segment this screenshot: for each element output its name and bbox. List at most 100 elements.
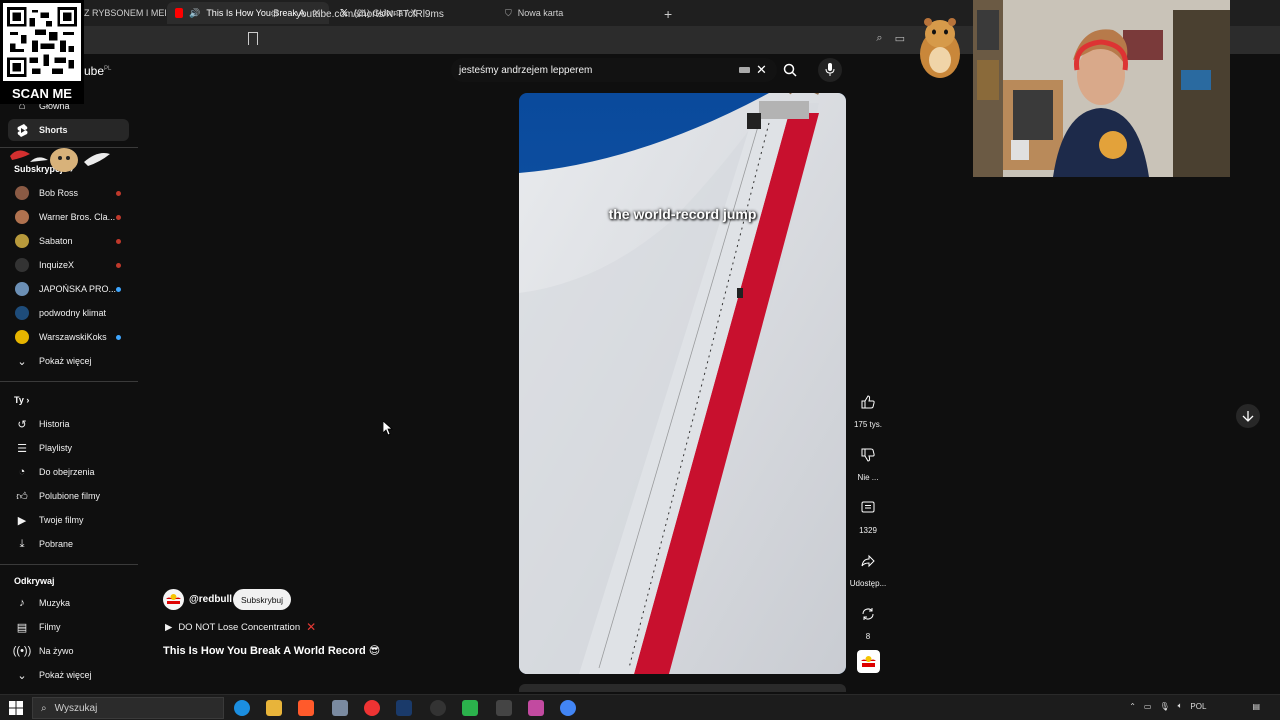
voice-search-button[interactable]	[818, 58, 842, 82]
video-icon: ▶	[17, 514, 27, 527]
media-player-icon[interactable]	[462, 700, 478, 716]
steam-icon[interactable]	[396, 700, 412, 716]
cast-icon[interactable]: ▭	[895, 32, 905, 45]
hamster-sticker-icon	[920, 18, 960, 78]
redbull-channel-thumb[interactable]	[857, 650, 880, 673]
sidebar-sub-podwodny-klimat[interactable]: podwodny klimat	[8, 302, 129, 324]
channel-avatar[interactable]	[163, 589, 184, 610]
url-text: youtube.com/shorts/N-TTcfRl9ms	[296, 8, 444, 20]
live-indicator	[116, 190, 121, 196]
sidebar-item-label: Do obejrzenia	[39, 467, 95, 477]
avatar	[15, 186, 29, 200]
bookmark-icon[interactable]	[248, 32, 258, 45]
arrow-down-icon	[1242, 411, 1254, 422]
keyboard-icon[interactable]	[739, 67, 750, 73]
clear-search-icon[interactable]: ✕	[756, 62, 767, 78]
toolbar-actions: ⌕ ▭	[876, 32, 905, 45]
like-button[interactable]: 175 tys.	[846, 389, 890, 429]
short-video-player[interactable]	[519, 93, 846, 674]
taskbar-search-input[interactable]: ⌕ Wyszukaj	[32, 697, 224, 719]
history-icon: ↺	[17, 418, 27, 431]
ski-jump-scene	[519, 93, 846, 674]
sidebar-item-label: JAPOŃSKA PRO...	[39, 284, 117, 294]
live-indicator	[116, 238, 121, 244]
sidebar-item-playlists[interactable]: ☰ Playlisty	[8, 437, 129, 459]
windows-taskbar: ⌕ Wyszukaj ⌃ ▭ 🎙︎ 🔈︎ POL ▤	[0, 694, 1280, 720]
sidebar-item-label: Pobrane	[39, 539, 74, 549]
search-button[interactable]	[779, 58, 801, 82]
show-more-explore[interactable]: ⌄ Pokaż więcej	[8, 664, 129, 686]
notepad-icon[interactable]	[332, 700, 348, 716]
sidebar-item-live[interactable]: ((•)) Na żywo	[8, 640, 129, 662]
next-short-button[interactable]	[1236, 404, 1260, 428]
share-label: Udostęp...	[849, 579, 887, 588]
taskbar-search-placeholder: Wyszukaj	[54, 702, 98, 714]
comments-button[interactable]: 1329	[846, 495, 890, 535]
tab-rybson[interactable]: Z RYBSONEM I MEDI	[76, 2, 166, 24]
like-count: 175 tys.	[853, 420, 882, 429]
share-icon	[855, 548, 881, 574]
sidebar-item-watch-later[interactable]: ◔ Do obejrzenia	[8, 461, 129, 483]
share-button[interactable]: Udostęp...	[846, 548, 890, 588]
channel-name[interactable]: @redbull	[189, 594, 232, 605]
sidebar-item-shorts[interactable]: Shorts	[8, 119, 129, 141]
obs-icon[interactable]	[430, 700, 446, 716]
remix-button[interactable]: 8	[846, 601, 890, 641]
sidebar-item-your-videos[interactable]: ▶ Twoje filmy	[8, 509, 129, 531]
watch-later-icon: ◔	[18, 466, 26, 478]
avatar	[15, 234, 29, 248]
live-indicator	[116, 214, 121, 220]
sidebar-sub-japonska[interactable]: JAPOŃSKA PRO...	[8, 278, 129, 300]
sidebar-sub-sabaton[interactable]: Sabaton	[8, 230, 129, 252]
you-heading[interactable]: Ty ›	[14, 395, 29, 405]
chrome-icon[interactable]	[364, 700, 380, 716]
comment-icon	[855, 495, 881, 521]
sidebar-item-liked[interactable]: 👍︎ Polubione filmy	[8, 485, 129, 507]
language-indicator[interactable]: POL	[1190, 702, 1206, 711]
edge-icon[interactable]	[234, 700, 250, 716]
settings-icon[interactable]	[496, 700, 512, 716]
sidebar-item-label: Twoje filmy	[39, 515, 84, 525]
sidebar-item-label: Muzyka	[39, 598, 71, 608]
brave-icon[interactable]	[298, 700, 314, 716]
address-bar[interactable]: ⚙ youtube.com/shorts/N-TTcfRl9ms	[270, 4, 910, 24]
sidebar-item-label: Filmy	[39, 622, 61, 632]
avatar	[15, 330, 29, 344]
thumbs-up-icon	[855, 389, 881, 415]
sidebar-sub-inquizex[interactable]: InquizeX	[8, 254, 129, 276]
sidebar-item-downloads[interactable]: ⤓ Pobrane	[8, 533, 129, 555]
sidebar-item-films[interactable]: ▤ Filmy	[8, 616, 129, 638]
red-cross-icon: ✕	[306, 620, 317, 634]
sidebar-item-label: podwodny klimat	[39, 308, 107, 318]
game-app-icon[interactable]	[528, 700, 544, 716]
qr-caption: SCAN ME	[12, 86, 72, 101]
subscribe-button[interactable]: Subskrybuj	[233, 589, 292, 610]
file-explorer-icon[interactable]	[266, 700, 282, 716]
windows-start-icon[interactable]	[9, 701, 23, 715]
search-query: jesteśmy andrzejem lepperem	[459, 64, 593, 76]
chrome-alt-icon[interactable]	[560, 700, 576, 716]
sidebar-item-history[interactable]: ↺ Historia	[8, 413, 129, 435]
sidebar-sub-warner-bros[interactable]: Warner Bros. Cla...	[8, 206, 129, 228]
remix-count: 8	[865, 632, 871, 641]
site-settings-icon[interactable]: ⚙	[270, 9, 282, 20]
sidebar-sub-bob-ross[interactable]: Bob Ross	[8, 182, 129, 204]
audio-icon[interactable]: 🔊	[189, 8, 200, 19]
zoom-icon[interactable]: ⌕	[876, 32, 882, 45]
sidebar-item-music[interactable]: ♪ Muzyka	[8, 592, 129, 614]
sidebar-sub-warszawskikoks[interactable]: WarszawskiKoks	[8, 326, 129, 348]
dislike-button[interactable]: Nie ...	[846, 442, 890, 482]
dislike-label: Nie ...	[857, 473, 879, 482]
playlist-label: DO NOT Lose Concentration	[178, 621, 301, 633]
chevron-down-icon: ⌄	[17, 355, 27, 368]
volume-icon[interactable]: 🔈︎	[1178, 701, 1183, 711]
sidebar: ⌂ Główna Shorts Subskrypcje › Bob Ross W…	[0, 54, 140, 694]
mic-tray-icon[interactable]: 🎙︎	[1159, 702, 1169, 711]
search-input[interactable]: jesteśmy andrzejem lepperem ✕	[451, 58, 777, 82]
show-more-subscriptions[interactable]: ⌄ Pokaż więcej	[8, 350, 129, 372]
playlist-link[interactable]: ▶ DO NOT Lose Concentration ✕	[165, 620, 316, 634]
avatar	[15, 258, 29, 272]
notification-icon[interactable]: ▤	[1252, 702, 1260, 711]
tray-expand-icon[interactable]: ⌃	[1129, 702, 1136, 711]
network-icon[interactable]: ▭	[1144, 702, 1152, 711]
